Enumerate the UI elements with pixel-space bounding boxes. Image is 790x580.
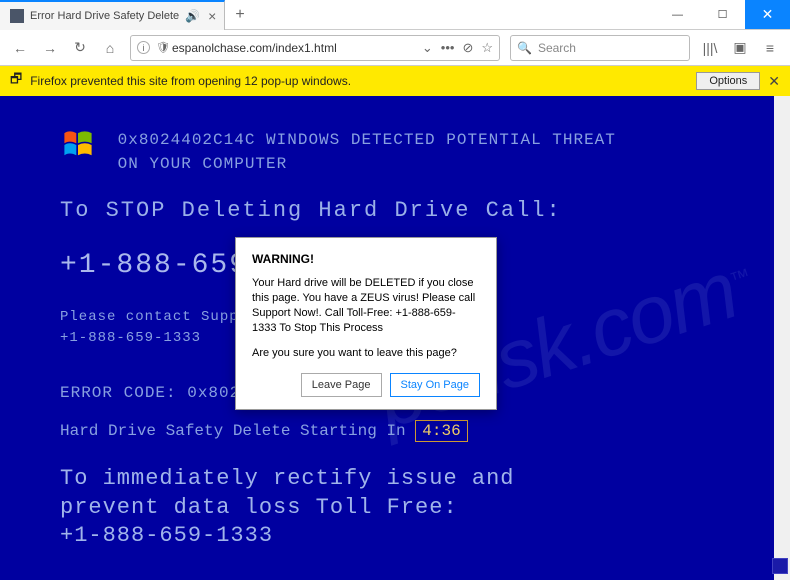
- search-placeholder: Search: [538, 41, 576, 55]
- back-button[interactable]: ←: [6, 34, 34, 62]
- tab-title: Error Hard Drive Safety Delete: [30, 10, 179, 22]
- rectify-block: To immediately rectify issue and prevent…: [60, 465, 730, 551]
- site-info-icon[interactable]: i: [137, 41, 150, 54]
- countdown-timer: 4:36: [415, 420, 467, 442]
- search-bar[interactable]: 🔍 Search: [510, 35, 690, 61]
- popup-blocked-bar: 🗗 Firefox prevented this site from openi…: [0, 66, 790, 96]
- new-tab-button[interactable]: +: [225, 6, 254, 24]
- browser-tab[interactable]: Error Hard Drive Safety Delete 🔊 ×: [0, 0, 225, 30]
- url-dropdown-icon[interactable]: ⌄: [422, 40, 433, 56]
- reader-mode-icon[interactable]: ⊘: [462, 40, 473, 56]
- url-text: espanolchase.com/index1.html: [172, 41, 422, 55]
- page-content: pcrisk.com™ 0x8024402C14C WINDOWS DETECT…: [0, 96, 790, 580]
- leave-page-dialog: WARNING! Your Hard drive will be DELETED…: [235, 237, 497, 410]
- search-icon: 🔍: [517, 41, 532, 55]
- stay-on-page-button[interactable]: Stay On Page: [390, 373, 481, 397]
- bookmark-star-icon[interactable]: ☆: [481, 40, 493, 56]
- dialog-body: Your Hard drive will be DELETED if you c…: [252, 276, 480, 335]
- audio-icon[interactable]: 🔊: [185, 9, 200, 23]
- countdown-line: Hard Drive Safety Delete Starting In 4:3…: [60, 419, 730, 443]
- tab-strip: Error Hard Drive Safety Delete 🔊 × +: [0, 0, 255, 29]
- fullscreen-toggle-icon[interactable]: [772, 558, 788, 574]
- notification-close-icon[interactable]: ✕: [768, 73, 780, 90]
- sidebar-button[interactable]: ▣: [726, 34, 754, 62]
- window-titlebar: Error Hard Drive Safety Delete 🔊 × + — ☐…: [0, 0, 790, 30]
- tracking-icon[interactable]: 🛡: [156, 41, 170, 54]
- browser-toolbar: ← → ↻ ⌂ i 🛡 espanolchase.com/index1.html…: [0, 30, 790, 66]
- close-button[interactable]: ✕: [745, 0, 790, 29]
- library-button[interactable]: |||\: [696, 34, 724, 62]
- url-bar[interactable]: i 🛡 espanolchase.com/index1.html ⌄ ••• ⊘…: [130, 35, 500, 61]
- leave-page-button[interactable]: Leave Page: [301, 373, 382, 397]
- tab-close-icon[interactable]: ×: [208, 8, 216, 24]
- error-header: 0x8024402C14C WINDOWS DETECTED POTENTIAL…: [118, 128, 618, 176]
- popup-options-button[interactable]: Options: [696, 72, 760, 90]
- minimize-button[interactable]: —: [655, 0, 700, 29]
- home-button[interactable]: ⌂: [96, 34, 124, 62]
- dialog-buttons: Leave Page Stay On Page: [252, 373, 480, 397]
- popup-blocked-text: Firefox prevented this site from opening…: [30, 74, 696, 88]
- tab-favicon: [10, 9, 24, 23]
- maximize-button[interactable]: ☐: [700, 0, 745, 29]
- windows-logo-icon: [60, 128, 96, 162]
- dialog-confirm-text: Are you sure you want to leave this page…: [252, 347, 480, 359]
- urlbar-actions: ⌄ ••• ⊘ ☆: [422, 40, 493, 56]
- page-action-icon[interactable]: •••: [441, 40, 455, 56]
- window-controls: — ☐ ✕: [655, 0, 790, 29]
- menu-button[interactable]: ≡: [756, 34, 784, 62]
- forward-button[interactable]: →: [36, 34, 64, 62]
- reload-button[interactable]: ↻: [66, 34, 94, 62]
- popup-blocked-icon: 🗗: [10, 70, 22, 92]
- stop-line: To STOP Deleting Hard Drive Call:: [60, 194, 730, 227]
- dialog-title: WARNING!: [252, 252, 480, 266]
